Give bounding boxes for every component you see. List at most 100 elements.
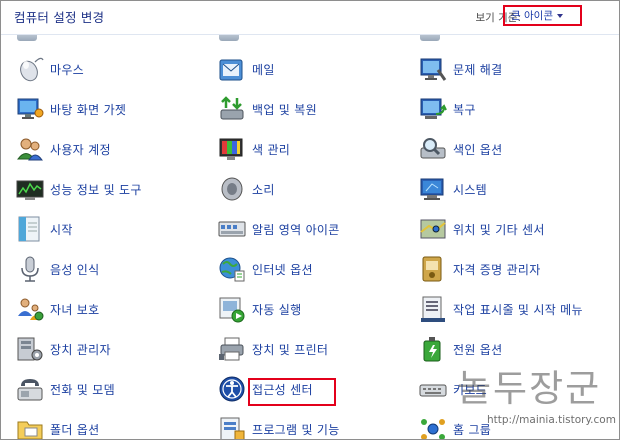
item-speech-recognition[interactable]: 음성 인식 bbox=[15, 251, 99, 287]
keyboard-icon bbox=[418, 374, 448, 404]
item-label: 사용자 계정 bbox=[50, 142, 111, 157]
item-label: 장치 및 프린터 bbox=[252, 342, 329, 357]
item-label: 키보드 bbox=[453, 382, 488, 397]
item-label: 백업 및 복원 bbox=[252, 102, 317, 117]
device-manager-icon bbox=[15, 334, 45, 364]
control-panel-window: 컴퓨터 설정 변경 보기 기준: 큰 아이콘 마우스 바탕 화면 가젯 사용자 … bbox=[0, 0, 620, 440]
item-troubleshooting[interactable]: 문제 해결 bbox=[418, 51, 502, 87]
item-label: 바탕 화면 가젯 bbox=[50, 102, 127, 117]
item-backup-restore[interactable]: 백업 및 복원 bbox=[217, 91, 317, 127]
microphone-icon bbox=[15, 254, 45, 284]
item-system[interactable]: 시스템 bbox=[418, 171, 487, 207]
item-label: 복구 bbox=[453, 102, 476, 117]
item-label: 메일 bbox=[252, 62, 275, 77]
item-recovery[interactable]: 복구 bbox=[418, 91, 476, 127]
item-label: 장치 관리자 bbox=[50, 342, 111, 357]
item-sound[interactable]: 소리 bbox=[217, 171, 275, 207]
item-label: 폴더 옵션 bbox=[50, 422, 100, 437]
item-taskbar-start-menu[interactable]: 작업 표시줄 및 시작 메뉴 bbox=[418, 291, 583, 327]
item-homegroup[interactable]: 홈 그룹 bbox=[418, 411, 492, 439]
autoplay-icon bbox=[217, 294, 247, 324]
item-desktop-gadgets[interactable]: 바탕 화면 가젯 bbox=[15, 91, 126, 127]
color-management-icon bbox=[217, 134, 247, 164]
partial-icon-col3 bbox=[418, 35, 442, 43]
item-label: 마우스 bbox=[50, 62, 85, 77]
item-label: 성능 정보 및 도구 bbox=[50, 182, 142, 197]
item-keyboard[interactable]: 키보드 bbox=[418, 371, 487, 407]
folder-options-icon bbox=[15, 414, 45, 439]
speaker-icon bbox=[217, 174, 247, 204]
item-ease-of-access-center[interactable]: 접근성 센터 bbox=[217, 371, 313, 407]
item-label: 색인 옵션 bbox=[453, 142, 503, 157]
item-mouse[interactable]: 마우스 bbox=[15, 51, 84, 87]
item-label: 시작 bbox=[50, 222, 73, 237]
programs-features-icon bbox=[217, 414, 247, 439]
item-label: 시스템 bbox=[453, 182, 488, 197]
dropdown-arrow-icon bbox=[556, 14, 563, 18]
item-label: 전화 및 모뎀 bbox=[50, 382, 115, 397]
item-internet-options[interactable]: 인터넷 옵션 bbox=[217, 251, 313, 287]
item-autoplay[interactable]: 자동 실행 bbox=[217, 291, 301, 327]
item-devices-printers[interactable]: 장치 및 프린터 bbox=[217, 331, 328, 367]
item-programs-features[interactable]: 프로그램 및 기능 bbox=[217, 411, 340, 439]
user-accounts-icon bbox=[15, 134, 45, 164]
item-label: 위치 및 기타 센서 bbox=[453, 222, 545, 237]
ease-of-access-icon bbox=[217, 374, 247, 404]
partial-icon-col2 bbox=[217, 35, 241, 43]
item-credential-manager[interactable]: 자격 증명 관리자 bbox=[418, 251, 541, 287]
item-label: 문제 해결 bbox=[453, 62, 503, 77]
item-user-accounts[interactable]: 사용자 계정 bbox=[15, 131, 111, 167]
view-by-value: 큰 아이콘 bbox=[511, 10, 553, 22]
desktop-gadgets-icon bbox=[15, 94, 45, 124]
location-sensors-icon bbox=[418, 214, 448, 244]
page-title: 컴퓨터 설정 변경 bbox=[14, 10, 105, 25]
item-notification-area-icons[interactable]: 알림 영역 아이콘 bbox=[217, 211, 340, 247]
item-indexing-options[interactable]: 색인 옵션 bbox=[418, 131, 502, 167]
taskbar-start-icon bbox=[418, 294, 448, 324]
backup-restore-icon bbox=[217, 94, 247, 124]
item-power-options[interactable]: 전원 옵션 bbox=[418, 331, 502, 367]
item-phone-modem[interactable]: 전화 및 모뎀 bbox=[15, 371, 115, 407]
item-folder-options[interactable]: 폴더 옵션 bbox=[15, 411, 100, 439]
item-label: 소리 bbox=[252, 182, 275, 197]
credential-manager-icon bbox=[418, 254, 448, 284]
phone-modem-icon bbox=[15, 374, 45, 404]
header-bar: 컴퓨터 설정 변경 보기 기준: 큰 아이콘 bbox=[1, 1, 619, 35]
recovery-icon bbox=[418, 94, 448, 124]
item-label: 작업 표시줄 및 시작 메뉴 bbox=[453, 302, 583, 317]
item-location-sensors[interactable]: 위치 및 기타 센서 bbox=[418, 211, 545, 247]
getting-started-icon bbox=[15, 214, 45, 244]
mouse-icon bbox=[15, 54, 45, 84]
item-label: 접근성 센터 bbox=[252, 382, 313, 397]
homegroup-icon bbox=[418, 414, 448, 439]
item-performance[interactable]: 성능 정보 및 도구 bbox=[15, 171, 142, 207]
item-parental-controls[interactable]: 자녀 보호 bbox=[15, 291, 99, 327]
item-label: 전원 옵션 bbox=[453, 342, 503, 357]
item-label: 자격 증명 관리자 bbox=[453, 262, 541, 277]
system-icon bbox=[418, 174, 448, 204]
item-label: 색 관리 bbox=[252, 142, 291, 157]
item-color-management[interactable]: 색 관리 bbox=[217, 131, 290, 167]
watermark-url: http://mainia.tistory.com bbox=[487, 414, 616, 426]
notification-area-icon bbox=[217, 214, 247, 244]
performance-icon bbox=[15, 174, 45, 204]
item-label: 인터넷 옵션 bbox=[252, 262, 313, 277]
partial-icon-col1 bbox=[15, 35, 39, 43]
item-device-manager[interactable]: 장치 관리자 bbox=[15, 331, 111, 367]
mail-icon bbox=[217, 54, 247, 84]
view-by-dropdown[interactable]: 큰 아이콘 bbox=[503, 5, 582, 26]
troubleshooting-icon bbox=[418, 54, 448, 84]
item-label: 홈 그룹 bbox=[453, 422, 492, 437]
item-label: 자녀 보호 bbox=[50, 302, 100, 317]
power-options-icon bbox=[418, 334, 448, 364]
item-mail[interactable]: 메일 bbox=[217, 51, 275, 87]
indexing-options-icon bbox=[418, 134, 448, 164]
devices-printers-icon bbox=[217, 334, 247, 364]
item-label: 프로그램 및 기능 bbox=[252, 422, 340, 437]
parental-controls-icon bbox=[15, 294, 45, 324]
item-label: 음성 인식 bbox=[50, 262, 100, 277]
item-getting-started[interactable]: 시작 bbox=[15, 211, 73, 247]
item-label: 자동 실행 bbox=[252, 302, 302, 317]
internet-options-icon bbox=[217, 254, 247, 284]
item-label: 알림 영역 아이콘 bbox=[252, 222, 340, 237]
